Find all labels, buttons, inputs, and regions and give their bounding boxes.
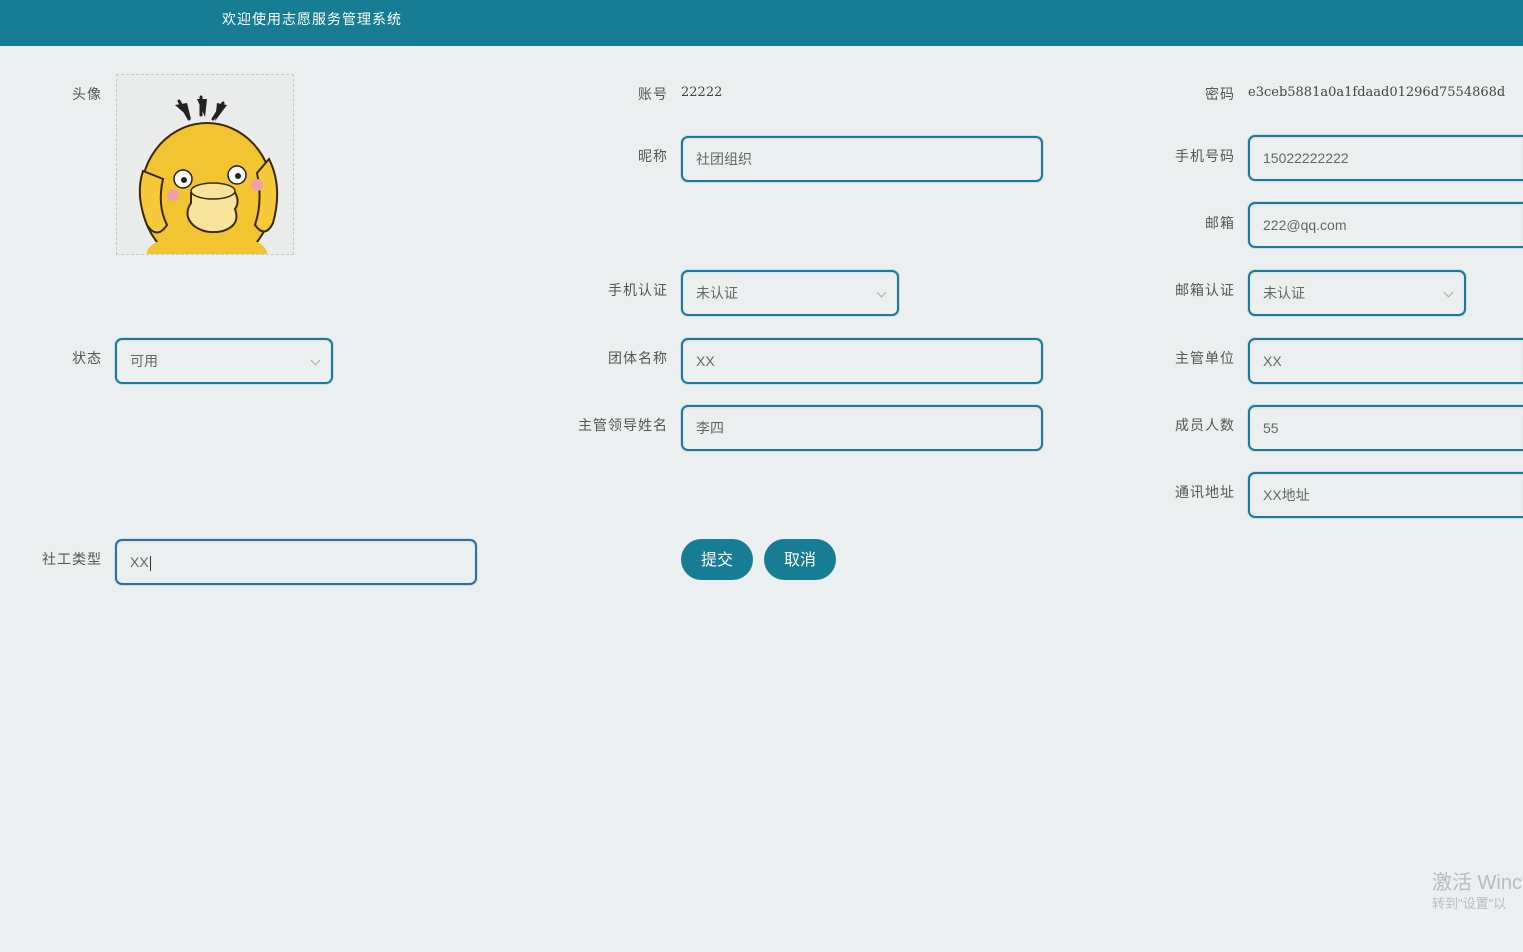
leader-name-label: 主管领导姓名 [578, 418, 668, 434]
phone-input[interactable]: 15022222222 [1248, 135, 1523, 181]
submit-button[interactable]: 提交 [681, 539, 753, 580]
chevron-down-icon [310, 355, 321, 366]
phone-verify-select[interactable]: 未认证 [681, 270, 899, 316]
status-label: 状态 [72, 351, 102, 367]
account-value: 22222 [681, 85, 723, 100]
social-type-input[interactable]: XX [115, 539, 477, 585]
group-name-input[interactable]: XX [681, 338, 1043, 384]
leader-name-input[interactable]: 李四 [681, 405, 1043, 451]
activation-watermark-title: 激活 Winc [1432, 872, 1522, 894]
avatar-label: 头像 [72, 87, 102, 103]
email-input[interactable]: 222@qq.com [1248, 202, 1523, 248]
account-label: 账号 [638, 87, 668, 103]
app-title: 欢迎使用志愿服务管理系统 [222, 12, 402, 28]
nickname-label: 昵称 [638, 149, 668, 165]
password-label: 密码 [1205, 87, 1235, 103]
cancel-button[interactable]: 取消 [764, 539, 836, 580]
member-count-input[interactable]: 55 [1248, 405, 1523, 451]
duck-avatar-image [138, 95, 279, 254]
nickname-input[interactable]: 社团组织 [681, 136, 1043, 182]
social-type-label: 社工类型 [42, 552, 102, 568]
address-label: 通讯地址 [1175, 485, 1235, 501]
supervisor-unit-label: 主管单位 [1175, 351, 1235, 367]
member-count-label: 成员人数 [1175, 418, 1235, 434]
password-value: e3ceb5881a0a1fdaad01296d7554868d [1248, 85, 1506, 100]
group-name-label: 团体名称 [608, 351, 668, 367]
top-bar: 欢迎使用志愿服务管理系统 [0, 0, 1523, 46]
text-cursor [149, 555, 151, 571]
status-select[interactable]: 可用 [115, 338, 333, 384]
status-value: 可用 [130, 353, 158, 369]
email-verify-value: 未认证 [1263, 285, 1305, 301]
chevron-down-icon [1443, 287, 1454, 298]
activation-watermark-subtitle: 转到"设置"以 [1432, 896, 1507, 911]
phone-label: 手机号码 [1175, 149, 1235, 165]
supervisor-unit-input[interactable]: XX [1248, 338, 1523, 384]
email-label: 邮箱 [1205, 216, 1235, 232]
chevron-down-icon [876, 287, 887, 298]
phone-verify-label: 手机认证 [608, 283, 668, 299]
address-input[interactable]: XX地址 [1248, 472, 1523, 518]
email-verify-label: 邮箱认证 [1175, 283, 1235, 299]
email-verify-select[interactable]: 未认证 [1248, 270, 1466, 316]
social-type-value: XX [130, 554, 149, 570]
phone-verify-value: 未认证 [696, 285, 738, 301]
avatar-upload[interactable] [116, 74, 294, 255]
